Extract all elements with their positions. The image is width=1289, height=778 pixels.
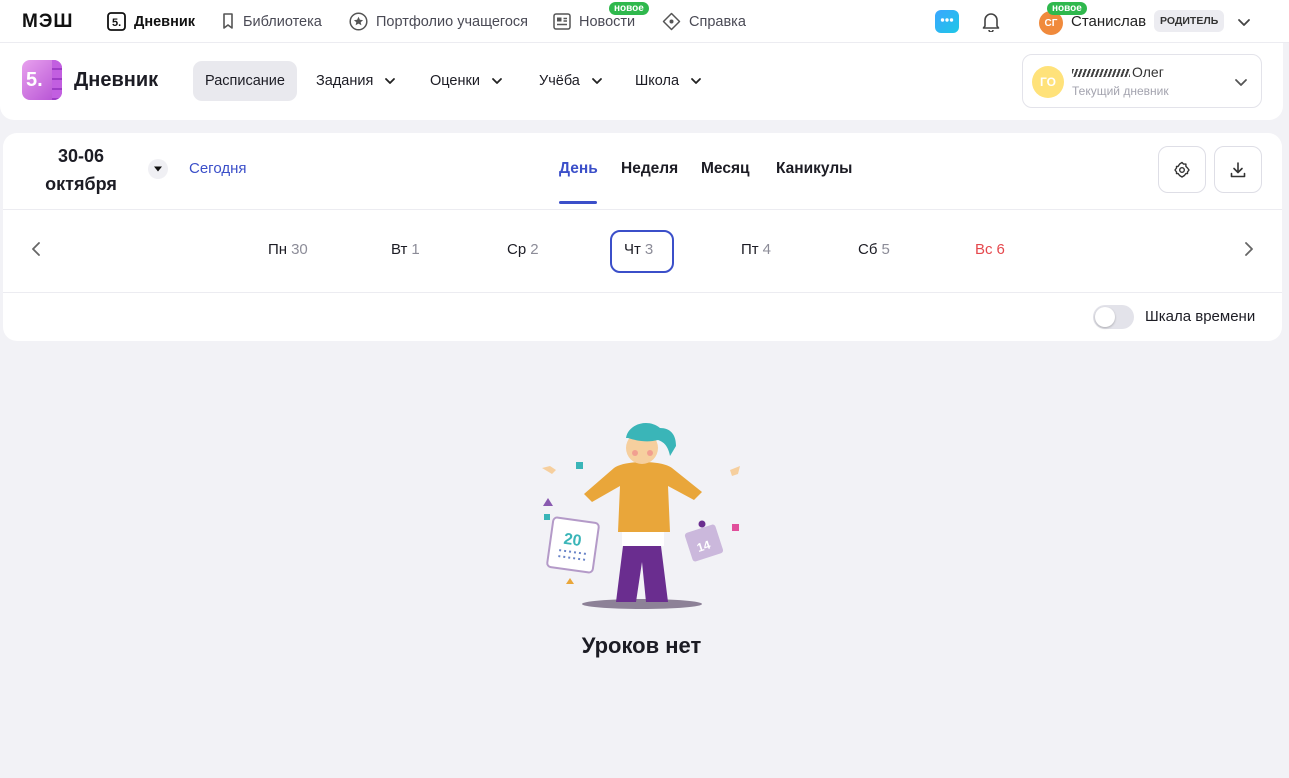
top-bar: МЭШ 5. Дневник Библиотека Портфолио учащ… (0, 0, 1289, 43)
menu-study[interactable]: Учёба (539, 61, 604, 101)
current-diary-label: Текущий дневник (1072, 84, 1169, 98)
timescale-label: Шкала времени (1145, 308, 1256, 325)
day-tue[interactable]: Вт 1 (391, 241, 420, 258)
today-link[interactable]: Сегодня (189, 160, 247, 177)
day-name: Вс (975, 241, 993, 258)
day-number: 6 (996, 241, 1005, 258)
top-nav-label: Дневник (134, 13, 195, 30)
diary-logo-text: 5. (26, 68, 43, 91)
divider (3, 292, 1282, 293)
day-name: Пт (741, 241, 759, 258)
top-nav-label: Портфолио учащегося (376, 13, 529, 30)
student-first-name: Олег (1132, 64, 1164, 80)
date-range-days: 30-06 (57, 146, 105, 166)
toggle-knob (1095, 307, 1115, 327)
menu-schedule[interactable]: Расписание (193, 61, 297, 101)
menu-label: Задания (316, 73, 374, 89)
day-name: Чт (624, 241, 641, 258)
day-wed[interactable]: Ср 2 (507, 241, 539, 258)
diary-selector[interactable]: ГО Олег Текущий дневник (1022, 54, 1262, 108)
top-nav-label: Новости (579, 13, 636, 30)
chevron-down-icon (691, 78, 701, 84)
no-lessons-illustration: 20 14 (542, 423, 740, 609)
day-name: Пн (268, 241, 288, 258)
top-nav-diary[interactable]: 5. Дневник (107, 0, 195, 43)
menu-school[interactable]: Школа (635, 61, 703, 101)
logo-stripes (52, 60, 62, 100)
redacted-scribble (1072, 69, 1130, 78)
date-range[interactable]: 30-06 октября (31, 142, 131, 198)
chevron-left-icon[interactable] (29, 240, 45, 258)
date-dropdown-button[interactable] (148, 159, 168, 179)
divider (3, 209, 1282, 210)
download-button[interactable] (1214, 146, 1262, 193)
menu-label: Учёба (539, 73, 580, 89)
diary-5-icon: 5. (107, 12, 126, 31)
menu-tasks[interactable]: Задания (316, 61, 397, 101)
student-name: Олег (1072, 64, 1164, 80)
student-avatar: ГО (1032, 66, 1064, 98)
day-name: Вт (391, 241, 408, 258)
chevron-down-icon (591, 78, 602, 84)
chevron-down-icon[interactable] (1236, 14, 1252, 30)
diary-logo[interactable]: 5. (22, 60, 62, 100)
caret-down-icon (154, 166, 162, 172)
tab-day[interactable]: День (559, 160, 598, 178)
download-icon (1230, 161, 1246, 177)
tab-month[interactable]: Месяц (701, 160, 750, 178)
mesh-logo[interactable]: МЭШ (22, 11, 73, 33)
tab-holidays[interactable]: Каникулы (776, 160, 852, 178)
schedule-card: 30-06 октября Сегодня День Неделя Месяц … (3, 133, 1282, 341)
day-thu[interactable]: Чт 3 (624, 241, 653, 258)
empty-state-message: Уроков нет (581, 633, 702, 658)
user-name[interactable]: Станислав (1071, 13, 1146, 30)
day-fri[interactable]: Пт 4 (741, 241, 771, 258)
day-name: Ср (507, 241, 527, 258)
day-mon[interactable]: Пн 30 (268, 241, 308, 258)
day-sun[interactable]: Вс 6 (975, 241, 1005, 258)
chevron-right-icon[interactable] (1240, 240, 1256, 258)
chevron-down-icon (385, 78, 396, 84)
news-new-badge: новое (609, 2, 649, 15)
tab-week[interactable]: Неделя (621, 160, 678, 178)
top-nav-library[interactable]: Библиотека (221, 0, 322, 43)
settings-button[interactable] (1158, 146, 1206, 193)
menu-label: Оценки (430, 73, 480, 89)
top-nav-label: Справка (689, 13, 746, 30)
chevron-down-icon (492, 78, 502, 84)
menu-label: Школа (635, 73, 680, 89)
day-number: 30 (291, 241, 308, 258)
chevron-down-icon (1235, 79, 1247, 86)
role-badge: РОДИТЕЛЬ (1154, 10, 1225, 32)
bookmark-icon (223, 12, 233, 29)
timescale-toggle[interactable] (1093, 305, 1134, 329)
chat-icon[interactable] (935, 10, 959, 33)
bell-icon[interactable] (981, 11, 1001, 32)
day-sat[interactable]: Сб 5 (858, 241, 890, 258)
diary-nav-bar: 5. Дневник Расписание Задания Оценки Учё… (0, 43, 1283, 120)
top-nav-help[interactable]: Справка (662, 0, 746, 43)
day-number: 2 (530, 241, 539, 258)
help-diamond-icon (662, 12, 681, 31)
date-range-month: октября (45, 174, 117, 194)
day-number: 4 (762, 241, 771, 258)
day-number: 1 (411, 241, 420, 258)
svg-text:5.: 5. (112, 17, 121, 29)
calendar-left-number: 20 (563, 531, 583, 550)
active-tab-indicator (559, 201, 597, 204)
day-number: 3 (644, 241, 654, 258)
menu-grades[interactable]: Оценки (430, 61, 504, 101)
app-title: Дневник (74, 69, 159, 91)
top-nav-portfolio[interactable]: Портфолио учащегося (349, 0, 528, 43)
news-icon (553, 13, 571, 30)
star-circle-icon (349, 12, 368, 31)
gear-icon (1174, 161, 1190, 178)
day-name: Сб (858, 241, 878, 258)
day-number: 5 (881, 241, 890, 258)
menu-label: Расписание (205, 73, 285, 89)
top-nav-label: Библиотека (243, 13, 322, 30)
